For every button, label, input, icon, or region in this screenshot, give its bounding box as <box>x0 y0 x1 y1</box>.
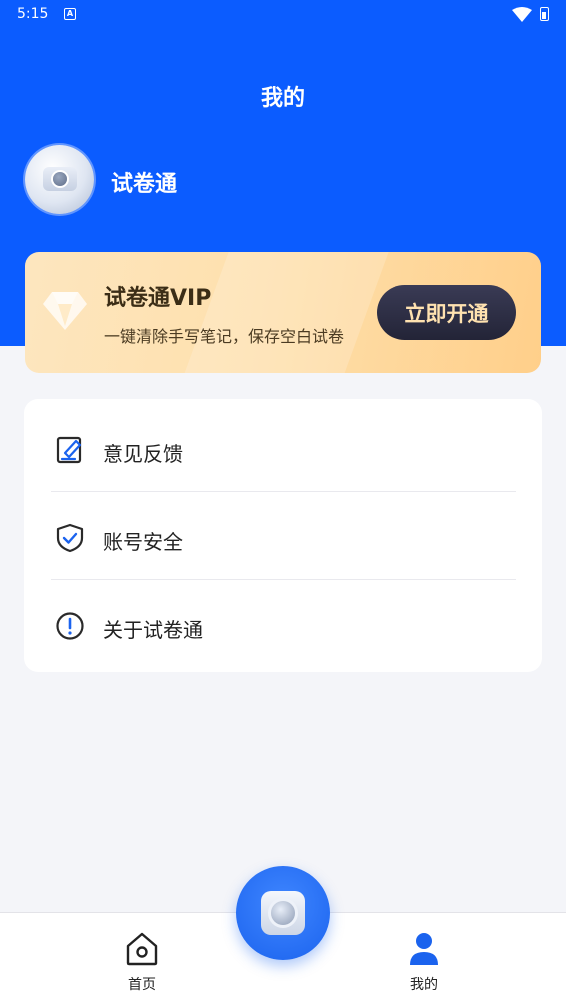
user-icon <box>410 933 438 965</box>
diamond-icon <box>43 292 87 330</box>
vip-card-shine <box>177 252 393 373</box>
vip-subtitle: 一键清除手写笔记，保存空白试卷 <box>104 327 345 346</box>
wifi-icon <box>512 7 532 22</box>
shield-check-icon <box>56 523 84 553</box>
info-circle-icon <box>56 612 84 640</box>
status-time: 5:15 <box>17 6 49 22</box>
status-bar: 5:15 A <box>0 0 566 28</box>
nav-label: 我的 <box>410 977 438 993</box>
page-title: 我的 <box>260 86 305 111</box>
username[interactable]: 试卷通 <box>111 166 177 198</box>
menu-item-account-security[interactable]: 账号安全 <box>24 491 542 579</box>
camera-button[interactable] <box>236 866 330 960</box>
menu-card: 意见反馈 账号安全 关于试卷通 <box>24 399 542 672</box>
menu-item-label: 关于试卷通 <box>103 618 203 642</box>
camera-icon <box>261 891 305 935</box>
menu-item-about[interactable]: 关于试卷通 <box>24 579 542 667</box>
nav-item-home[interactable]: 首页 <box>82 913 202 1007</box>
nav-item-mine[interactable]: 我的 <box>364 913 484 1007</box>
menu-item-label: 意见反馈 <box>103 442 183 466</box>
avatar-camera-icon <box>43 167 77 191</box>
battery-icon <box>540 7 549 21</box>
avatar[interactable] <box>25 145 94 214</box>
home-icon <box>126 932 158 966</box>
menu-item-feedback[interactable]: 意见反馈 <box>24 403 542 491</box>
notification-icon: A <box>64 8 76 20</box>
vip-title: 试卷通VIP <box>104 286 212 311</box>
nav-label: 首页 <box>128 977 156 993</box>
feedback-edit-icon <box>56 436 82 464</box>
vip-card[interactable]: 试卷通VIP 一键清除手写笔记，保存空白试卷 立即开通 <box>25 252 541 373</box>
menu-item-label: 账号安全 <box>103 530 183 554</box>
activate-vip-button[interactable]: 立即开通 <box>377 285 516 340</box>
